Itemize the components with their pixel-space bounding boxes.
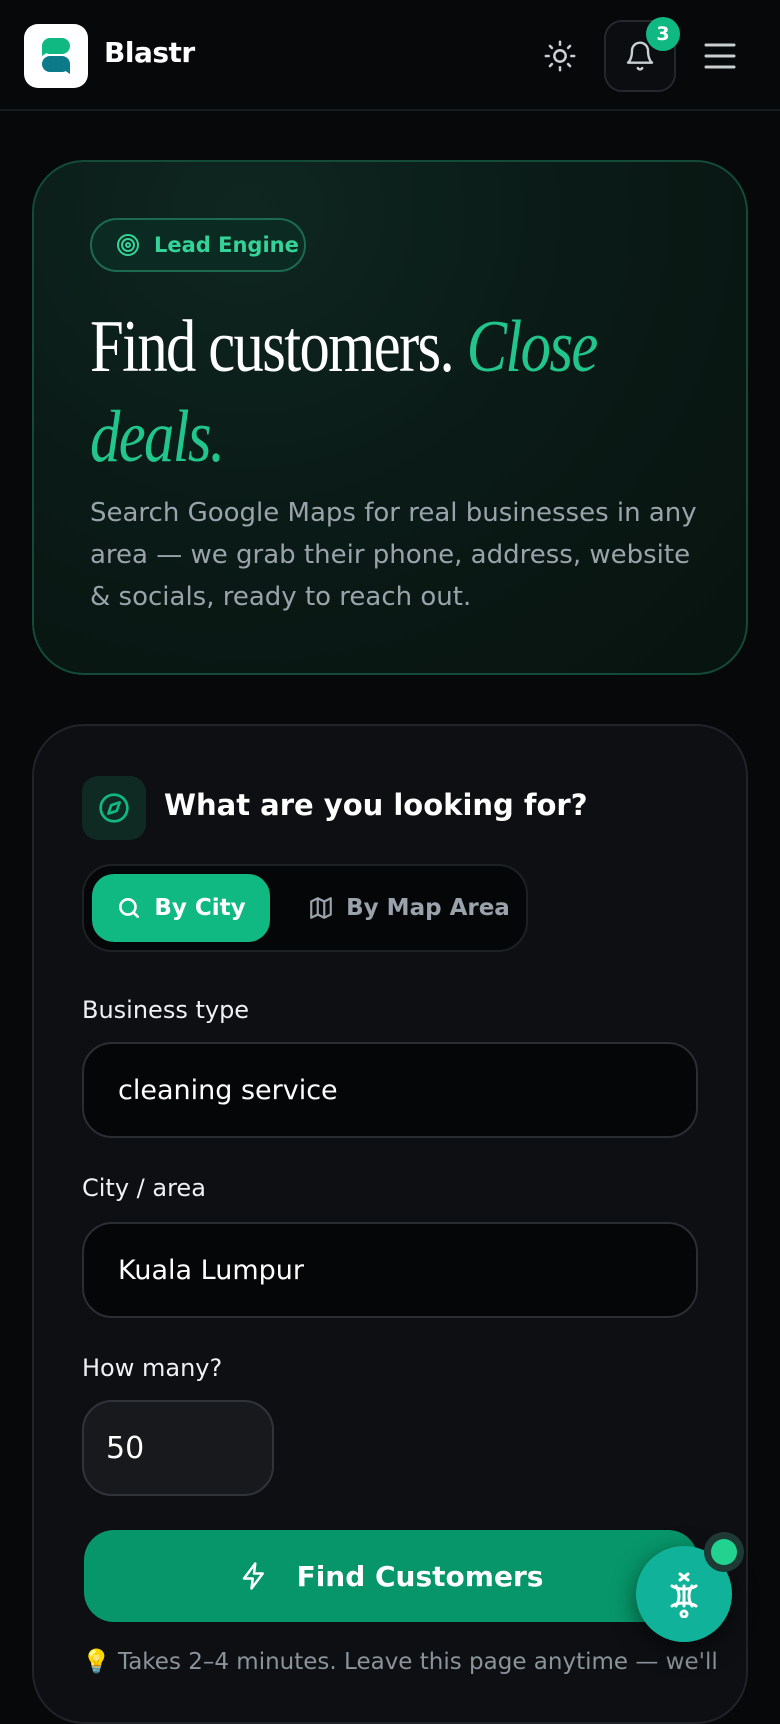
menu-icon [704,43,736,69]
tab-by-map-area[interactable]: By Map Area [304,874,514,942]
hero-title: Find customers. Close deals. [90,302,713,482]
logo-icon[interactable] [24,24,88,88]
theme-toggle-button[interactable] [540,36,580,76]
hint-text: Takes 2–4 minutes. Leave this page anyti… [117,1649,718,1675]
tab-by-city-label: By City [154,895,246,921]
find-customers-label: Find Customers [296,1559,544,1593]
online-status-indicator [704,1532,744,1572]
sun-icon [544,40,576,72]
lightbulb-icon: 💡 [82,1649,111,1675]
count-label: How many? [82,1354,223,1382]
hero-card: Lead Engine Find customers. Close deals.… [32,160,748,675]
duration-hint: 💡 Takes 2–4 minutes. Leave this page any… [82,1648,722,1675]
target-icon [117,234,139,256]
notification-badge: 3 [646,17,680,51]
hero-title-plain: Find customers. [90,306,467,388]
fab-icon [670,1572,698,1618]
online-status-dot [711,1539,737,1565]
city-input[interactable]: Kuala Lumpur [82,1222,698,1318]
menu-button[interactable] [700,36,740,76]
tab-by-city[interactable]: By City [92,874,270,942]
search-icon [119,898,140,918]
lead-engine-pill: Lead Engine [90,218,306,272]
map-icon [310,897,332,919]
bolt-icon [242,1562,264,1590]
count-input[interactable]: 50 [82,1400,274,1496]
search-mode-toggle: By City By Map Area [82,864,528,952]
compass-icon [82,776,146,840]
business-type-input[interactable]: cleaning service [82,1042,698,1138]
tab-by-map-area-label: By Map Area [346,895,510,921]
app-header: Blastr 3 [0,0,780,111]
find-customers-button[interactable]: Find Customers [84,1530,698,1622]
business-type-label: Business type [82,996,250,1024]
hero-subtitle: Search Google Maps for real businesses i… [90,498,697,612]
pill-label: Lead Engine [154,233,299,257]
search-card-title: What are you looking for? [164,788,588,822]
brand-name: Blastr [104,36,195,69]
city-label: City / area [82,1174,206,1202]
